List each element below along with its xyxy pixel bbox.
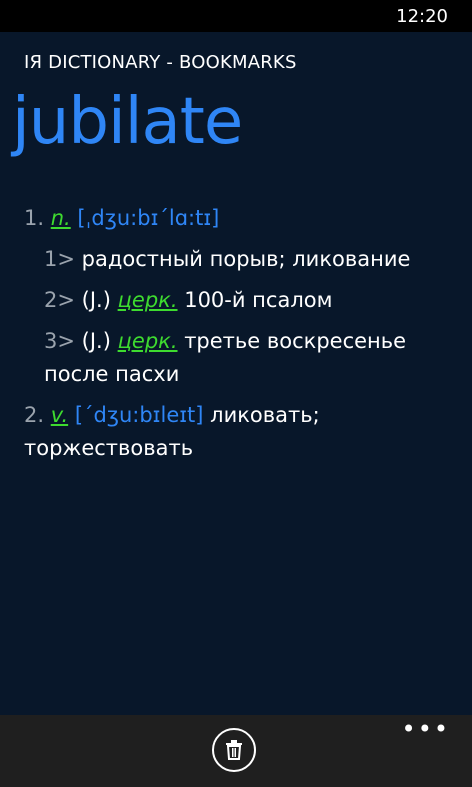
sense-number: 1> [44,247,75,271]
entry-number: 2. [24,403,45,427]
status-time: 12:20 [396,6,448,27]
app-title: IЯ DICTIONARY - BOOKMARKS [24,52,297,73]
sense-2: 2> (J.) церк. 100-й псалом [24,284,444,317]
screen: 12:20 IЯ DICTIONARY - BOOKMARKS jubilate… [0,0,472,787]
delete-bookmark-button[interactable] [212,728,256,772]
sense-1: 1> радостный порыв; ликование [24,243,444,276]
sense-number: 2> [44,288,75,312]
part-of-speech-link[interactable]: v. [51,403,68,427]
part-of-speech-link[interactable]: n. [51,206,71,230]
sense-paren: (J.) [81,288,111,312]
transcription: [ˊdʒu:bɪleɪt] [74,403,204,427]
status-bar: 12:20 [0,0,472,32]
usage-label-link[interactable]: церк. [118,329,178,353]
sense-3: 3> (J.) церк. третье воскресенье после п… [24,325,444,391]
usage-label-link[interactable]: церк. [118,288,178,312]
bookmark-content: IЯ DICTIONARY - BOOKMARKS jubilate 1. n.… [0,32,472,715]
app-bar: ••• [0,715,472,787]
sense-number: 3> [44,329,75,353]
entry-1-noun: 1. n. [ˌdʒu:bɪˊlɑ:tɪ] [24,202,444,235]
entry-2-verb: 2. v. [ˊdʒu:bɪleɪt] ликовать; торжествов… [24,399,444,465]
sense-text: радостный порыв; ликование [81,247,411,271]
entry-number: 1. [24,206,45,230]
sense-text: 100-й псалом [184,288,333,312]
headword: jubilate [12,85,243,159]
sense-paren: (J.) [81,329,111,353]
trash-icon [226,740,242,760]
transcription: [ˌdʒu:bɪˊlɑ:tɪ] [77,206,220,230]
more-options-button[interactable]: ••• [402,717,450,741]
entries: 1. n. [ˌdʒu:bɪˊlɑ:tɪ] 1> радостный порыв… [24,202,444,473]
